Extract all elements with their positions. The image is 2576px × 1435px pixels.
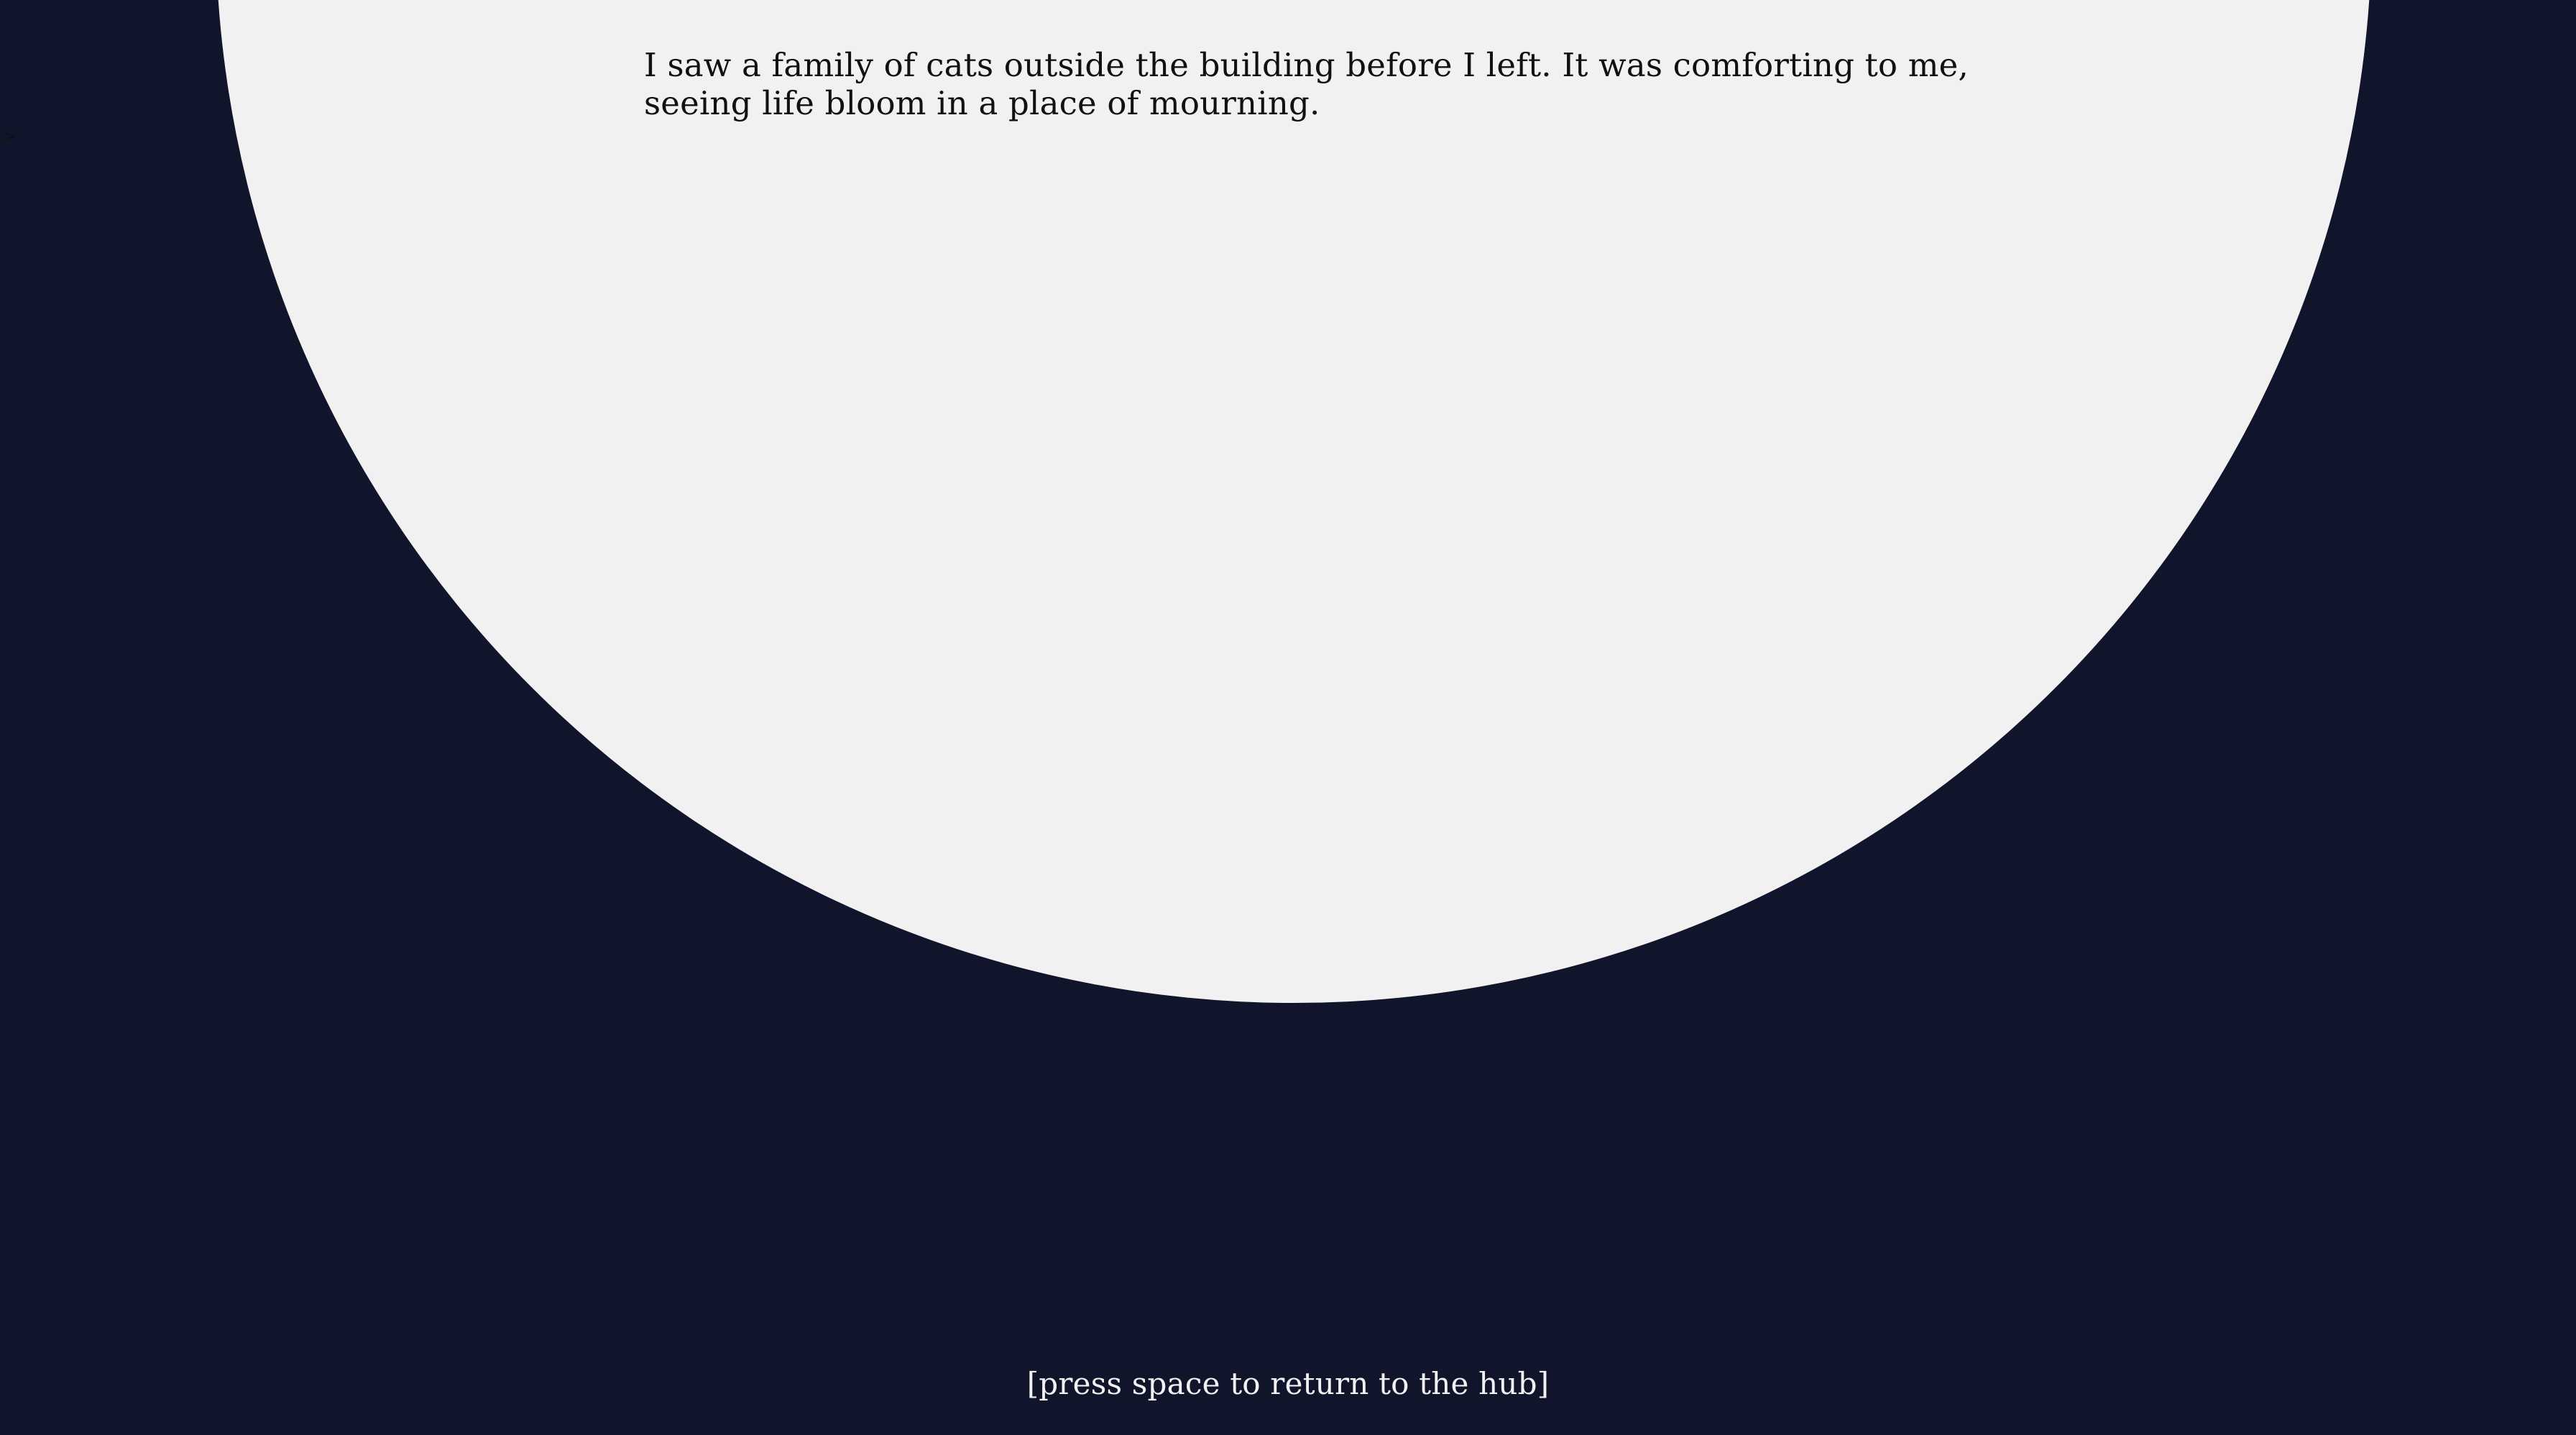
return-to-hub-hint: [press space to return to the hub] [1026,1366,1550,1401]
story-line-1: I saw a family of cats outside the build… [644,46,1969,84]
spotlight-circle [216,0,2372,1003]
game-scene: > I saw a family of cats outside the bui… [0,0,2576,1435]
story-text: I saw a family of cats outside the build… [644,46,1969,122]
story-line-2: seeing life bloom in a place of mourning… [644,84,1320,122]
arrow-cursor-icon: > [0,124,17,147]
